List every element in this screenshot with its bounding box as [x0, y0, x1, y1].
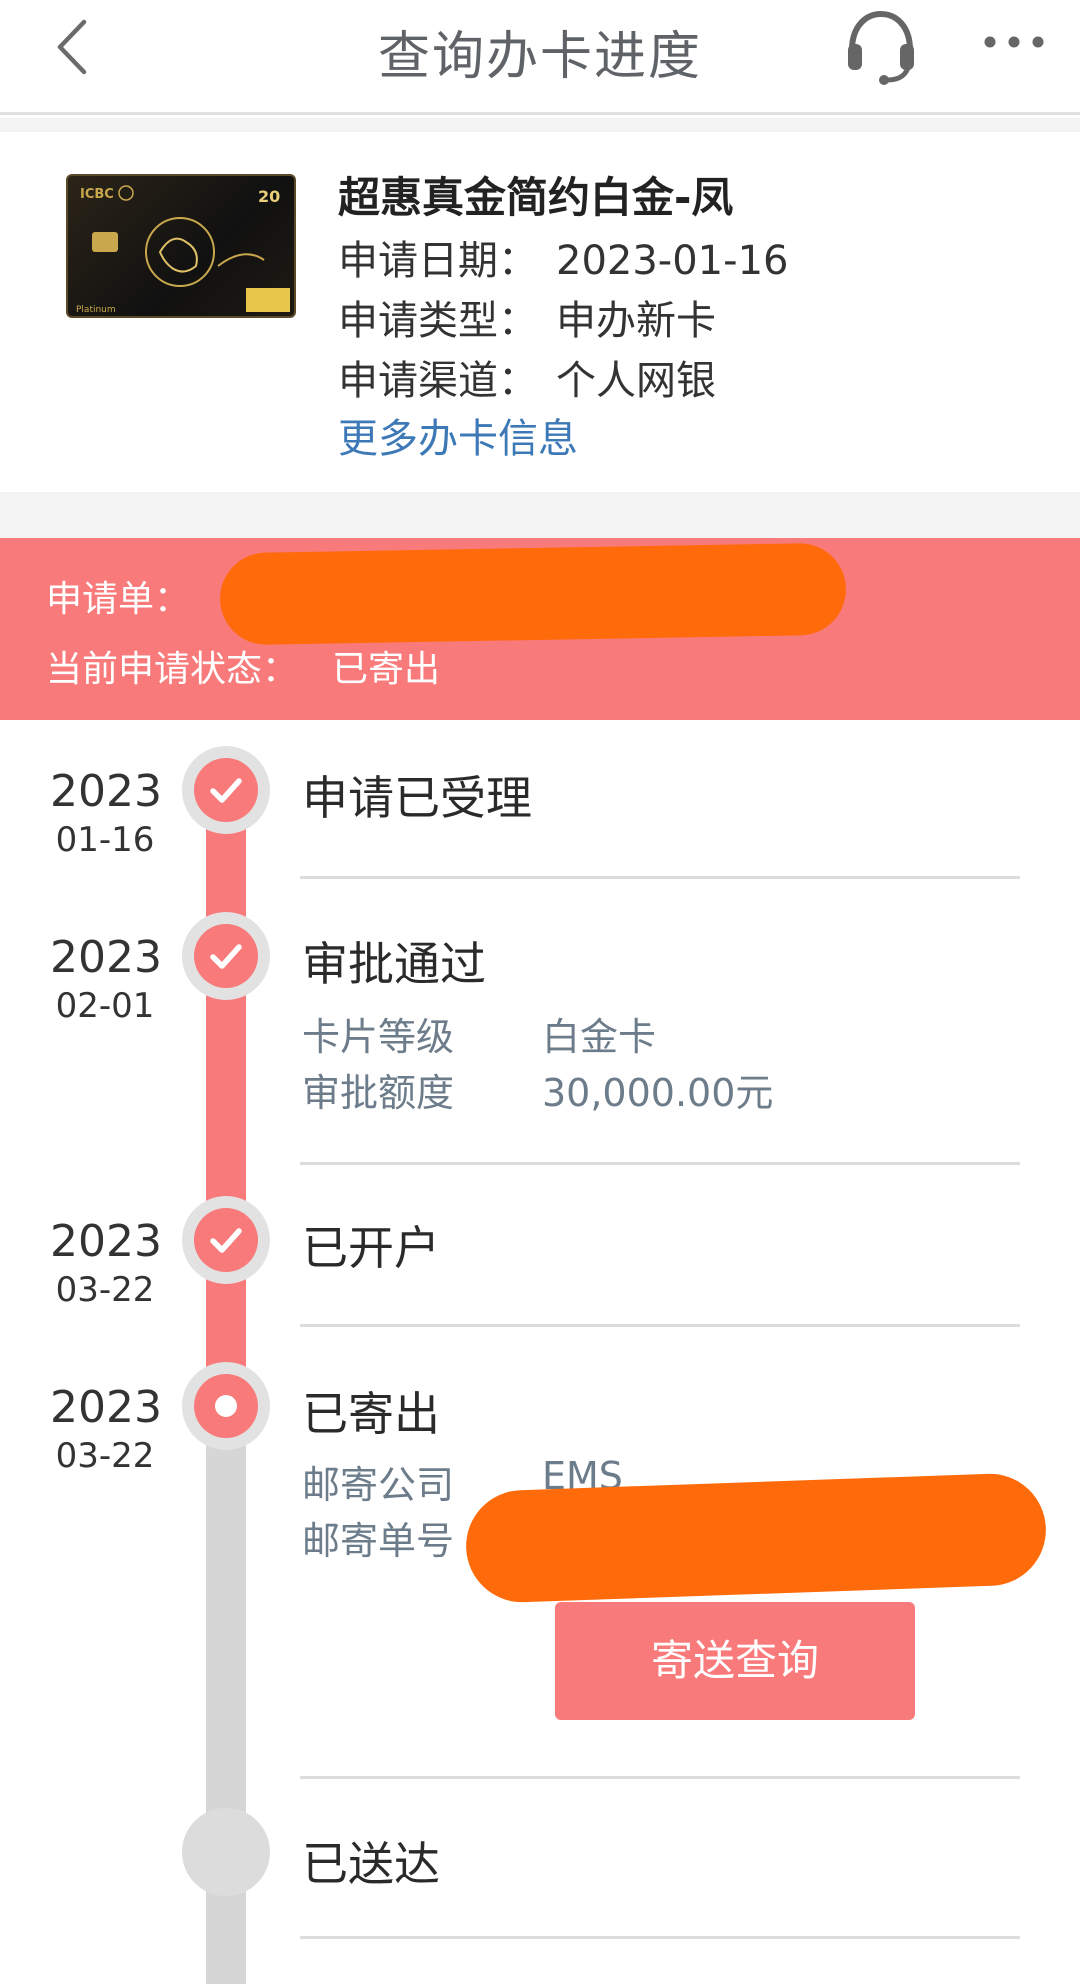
- application-type-row: 申请类型： 申办新卡: [338, 288, 716, 346]
- headset-icon: [848, 10, 914, 85]
- timeline-progress: [206, 790, 246, 1402]
- tracking-number-row: 邮寄单号: [302, 1510, 454, 1565]
- svg-text:20: 20: [258, 187, 280, 206]
- step-complete-node: [194, 924, 258, 988]
- application-channel-value: 个人网银: [556, 358, 716, 404]
- application-date-label: 申请日期：: [338, 238, 538, 284]
- current-status-value: 已寄出: [332, 649, 441, 690]
- detail-label: 卡片等级: [302, 1015, 455, 1059]
- customer-service-button[interactable]: [838, 4, 924, 90]
- divider: [300, 1936, 1020, 1939]
- step-title: 已送达: [302, 1837, 440, 1891]
- card-info-section: ICBC 20 Platinum 超惠真金简约白金-凤 申请日期： 2023-01…: [0, 132, 1080, 492]
- credit-limit-row: 审批额度 30,000.00元: [302, 1062, 773, 1117]
- redaction-mark: [464, 1471, 1048, 1605]
- step-pending-node: [182, 1808, 270, 1896]
- application-date-row: 申请日期： 2023-01-16: [338, 228, 788, 286]
- divider: [300, 876, 1020, 879]
- more-button[interactable]: [978, 22, 1050, 62]
- application-date-value: 2023-01-16: [556, 238, 789, 284]
- step-complete-node: [194, 758, 258, 822]
- redaction-mark: [219, 542, 847, 646]
- credit-card-image: ICBC 20 Platinum: [66, 174, 296, 318]
- application-number-label: 申请单：: [46, 579, 191, 620]
- card-level-row: 卡片等级 白金卡: [302, 1006, 656, 1061]
- step-date: 03-22: [55, 1436, 155, 1476]
- section-spacer: [0, 492, 1080, 538]
- application-type-value: 申办新卡: [556, 298, 716, 344]
- application-type-label: 申请类型：: [338, 298, 538, 344]
- svg-text:Platinum: Platinum: [76, 305, 116, 315]
- step-date: 03-22: [55, 1270, 155, 1310]
- card-name: 超惠真金简约白金-凤: [338, 173, 734, 222]
- divider: [300, 1776, 1020, 1779]
- step-date: 01-16: [55, 820, 155, 860]
- top-nav-bar: 查询办卡进度: [0, 0, 1080, 115]
- step-date: 02-01: [55, 986, 155, 1026]
- more-card-info-link[interactable]: 更多办卡信息: [338, 406, 578, 464]
- section-spacer: [0, 118, 1080, 132]
- shipping-query-button[interactable]: 寄送查询: [555, 1602, 915, 1720]
- detail-value: 白金卡: [542, 1015, 657, 1059]
- detail-label: 邮寄单号: [302, 1519, 455, 1563]
- step-year: 2023: [50, 1216, 162, 1267]
- application-channel-label: 申请渠道：: [338, 358, 538, 404]
- divider: [300, 1162, 1020, 1165]
- application-channel-row: 申请渠道： 个人网银: [338, 348, 716, 406]
- detail-label: 审批额度: [302, 1071, 455, 1115]
- step-title: 已寄出: [302, 1387, 440, 1441]
- check-icon: [210, 944, 242, 969]
- divider: [300, 1324, 1020, 1327]
- current-status-row: 当前申请状态： 已寄出: [46, 640, 440, 692]
- step-title: 审批通过: [302, 937, 486, 991]
- current-status-label: 当前申请状态：: [46, 649, 299, 690]
- more-dots-icon: [984, 36, 1044, 48]
- step-complete-node: [194, 1208, 258, 1272]
- detail-label: 邮寄公司: [302, 1463, 455, 1507]
- svg-text:ICBC: ICBC: [80, 187, 114, 202]
- step-year: 2023: [50, 932, 162, 983]
- current-dot-icon: [215, 1395, 237, 1417]
- check-icon: [210, 778, 242, 803]
- step-title: 已开户: [302, 1221, 440, 1275]
- step-year: 2023: [50, 1382, 162, 1433]
- detail-value: 30,000.00元: [542, 1071, 774, 1115]
- step-title: 申请已受理: [302, 771, 532, 825]
- step-year: 2023: [50, 766, 162, 817]
- courier-company-row: 邮寄公司 EMS: [302, 1454, 623, 1509]
- check-icon: [210, 1228, 242, 1253]
